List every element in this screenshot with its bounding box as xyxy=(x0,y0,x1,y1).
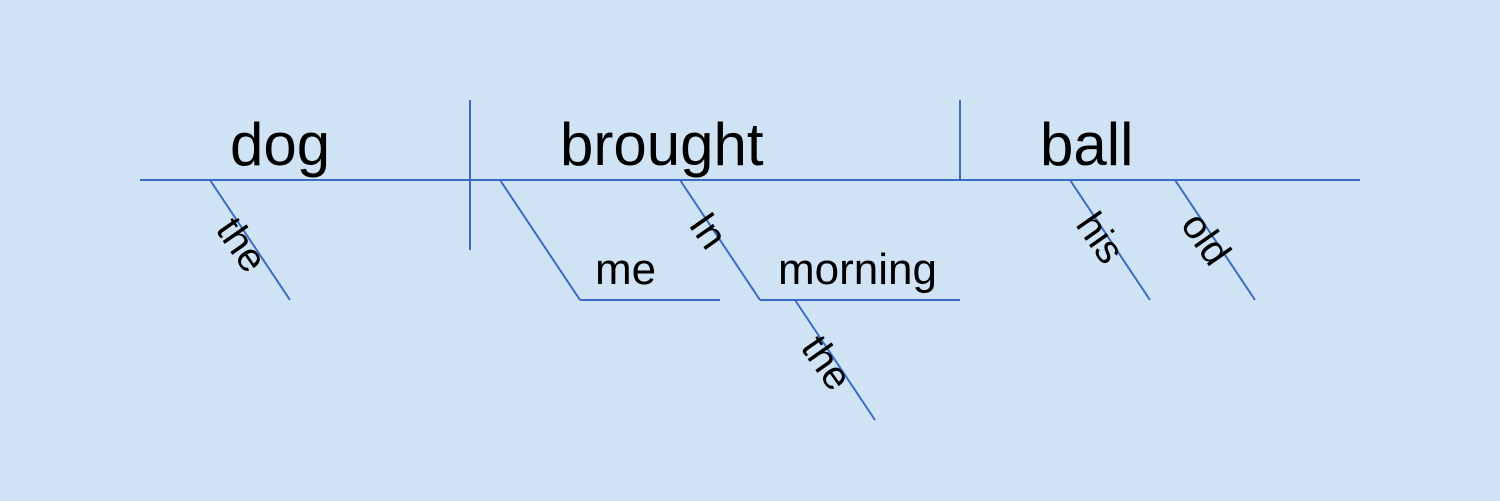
indirect-object: me xyxy=(595,245,656,295)
object-word: ball xyxy=(1040,110,1133,179)
preposition-object: morning xyxy=(778,245,937,295)
subject-word: dog xyxy=(230,110,330,179)
verb-word: brought xyxy=(560,110,764,179)
